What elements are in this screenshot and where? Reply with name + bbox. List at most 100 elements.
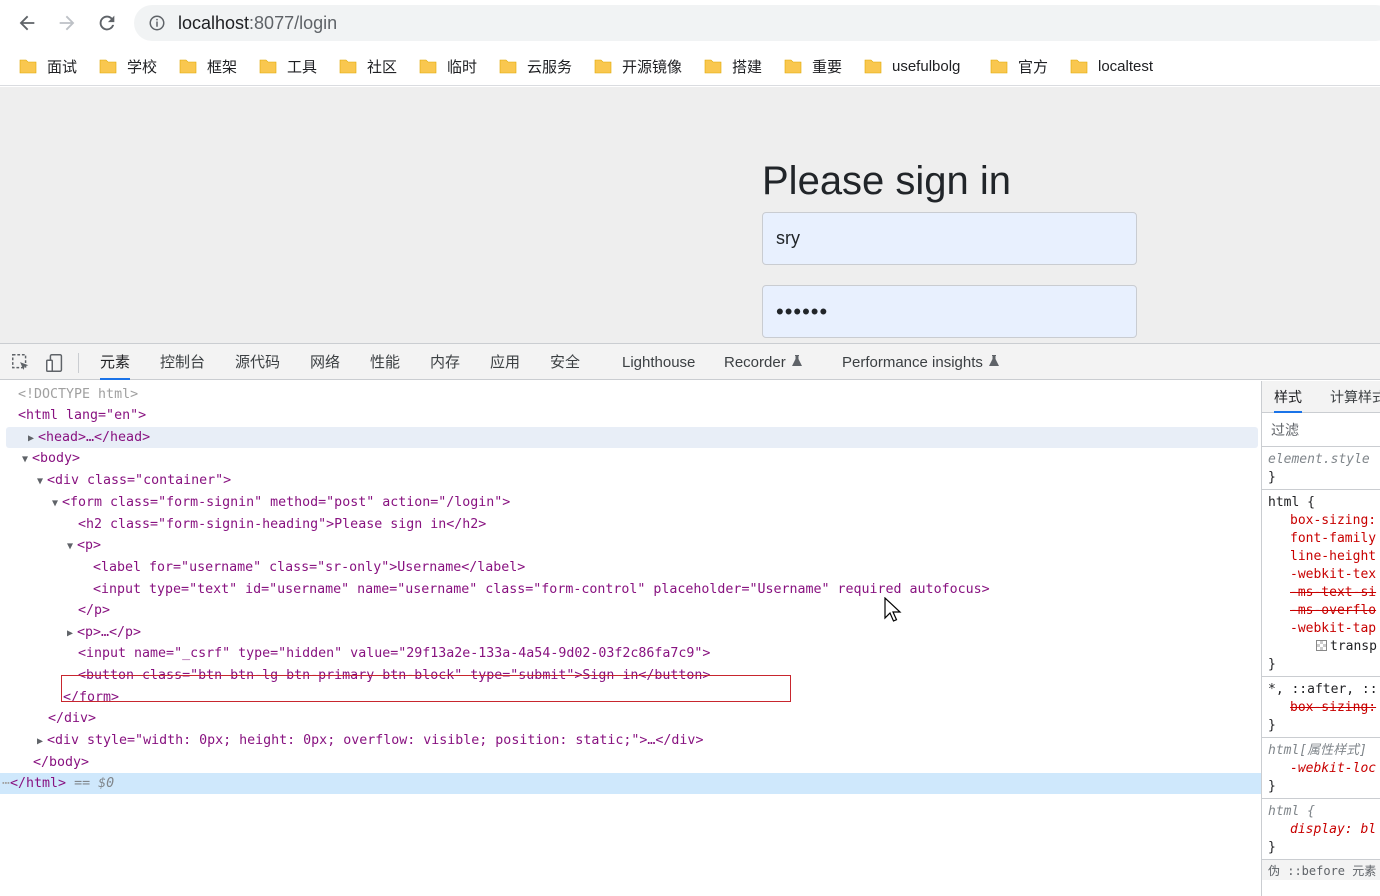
bookmark-folder[interactable]: 搭建	[704, 55, 762, 77]
arrow-right-icon	[59, 15, 75, 31]
expand-triangle-icon[interactable]: ▶	[28, 428, 38, 449]
tab-elements[interactable]: 元素	[100, 344, 131, 380]
tab-performance-insights-label: Performance insights	[842, 354, 983, 371]
rule-close-brace: }	[1268, 840, 1276, 855]
bookmark-folder[interactable]: 工具	[259, 55, 317, 77]
dom-form[interactable]: ▼ <form class="form-signin" method="post"…	[0, 492, 1261, 513]
dom-text: <input name="_csrf" type="hidden" value=…	[78, 646, 711, 661]
bookmark-folder[interactable]: 官方	[990, 55, 1048, 77]
collapse-triangle-icon[interactable]: ▼	[67, 536, 77, 557]
style-property: -webkit-loc	[1290, 761, 1377, 776]
style-property-overridden[interactable]: box-sizing:	[1268, 699, 1380, 717]
bookmark-folder[interactable]: 社区	[339, 55, 397, 77]
device-toggle-icon[interactable]	[44, 352, 66, 374]
dom-text: <input type="text" id="username" name="u…	[93, 582, 990, 597]
dom-div-close[interactable]: </div>	[0, 708, 1261, 729]
tab-security[interactable]: 安全	[550, 344, 580, 380]
dom-div-hidden[interactable]: ▶ <div style="width: 0px; height: 0px; ov…	[0, 730, 1261, 751]
tab-styles[interactable]: 样式	[1274, 381, 1302, 413]
collapse-triangle-icon[interactable]: ▼	[22, 449, 32, 470]
tab-application[interactable]: 应用	[490, 344, 520, 380]
bookmark-folder[interactable]: usefulbolg	[864, 55, 960, 77]
dom-div-container[interactable]: ▼ <div class="container">	[0, 470, 1261, 491]
color-swatch-icon[interactable]	[1316, 640, 1327, 651]
bookmark-folder[interactable]: 开源镜像	[594, 55, 682, 77]
bookmark-folder[interactable]: 学校	[99, 55, 157, 77]
ellipsis-icon[interactable]: ⋯	[2, 776, 10, 791]
tab-performance-insights[interactable]: Performance insights	[842, 344, 1000, 380]
collapse-triangle-icon[interactable]: ▼	[37, 471, 47, 492]
forward-button[interactable]	[52, 8, 82, 38]
folder-icon	[419, 59, 437, 74]
dom-h2[interactable]: <h2 class="form-signin-heading">Please s…	[0, 514, 1261, 535]
styles-filter-input[interactable]: 过滤	[1262, 413, 1380, 447]
bookmark-label: 官方	[1018, 58, 1049, 76]
tab-network[interactable]: 网络	[310, 344, 340, 380]
folder-icon	[864, 59, 882, 74]
dom-text: <html lang="en">	[18, 408, 147, 423]
bookmark-folder[interactable]: 临时	[419, 55, 477, 77]
tab-sources[interactable]: 源代码	[235, 344, 280, 380]
style-property[interactable]: box-sizing:	[1268, 512, 1380, 530]
mouse-cursor-icon	[884, 597, 902, 622]
collapse-triangle-icon[interactable]: ▼	[52, 493, 62, 514]
style-property[interactable]: line-height	[1268, 548, 1380, 566]
info-icon[interactable]	[148, 14, 166, 32]
inspect-element-icon[interactable]	[10, 352, 32, 374]
bookmark-folder[interactable]: localtest	[1070, 55, 1153, 77]
dom-p-close[interactable]: </p>	[0, 600, 1261, 621]
folder-icon	[499, 59, 517, 74]
tab-memory[interactable]: 内存	[430, 344, 460, 380]
username-input[interactable]: sry	[762, 212, 1137, 265]
reload-icon	[99, 15, 115, 31]
style-property-overridden[interactable]: -ms-text-si	[1268, 584, 1380, 602]
url-host: localhost	[178, 13, 250, 33]
folder-icon	[259, 59, 277, 74]
bookmark-folder[interactable]: 框架	[179, 55, 237, 77]
dom-body-open[interactable]: ▼ <body>	[0, 448, 1261, 469]
tab-computed[interactable]: 计算样式	[1330, 381, 1380, 413]
expand-triangle-icon[interactable]: ▶	[67, 623, 77, 644]
tab-recorder[interactable]: Recorder	[724, 344, 803, 380]
tab-lighthouse[interactable]: Lighthouse	[622, 344, 695, 380]
dom-html-open[interactable]: <html lang="en">	[0, 405, 1261, 426]
dom-p-collapsed[interactable]: ▶ <p>…</p>	[0, 622, 1261, 643]
dom-body-close[interactable]: </body>	[0, 752, 1261, 773]
dom-text: <h2 class="form-signin-heading">Please s…	[78, 517, 487, 532]
dom-html-close[interactable]: ⋯</html> == $0	[0, 773, 1261, 794]
dom-text: <head>…</head>	[38, 430, 151, 445]
reload-button[interactable]	[92, 8, 122, 38]
folder-icon	[594, 59, 612, 74]
dom-input-csrf[interactable]: <input name="_csrf" type="hidden" value=…	[0, 643, 1261, 664]
folder-icon	[1070, 59, 1088, 74]
rule-element-style: element.style }	[1262, 447, 1380, 490]
dom-text: <form class="form-signin" method="post" …	[62, 495, 511, 510]
back-button[interactable]	[12, 8, 42, 38]
style-property[interactable]: -webkit-tex	[1268, 566, 1380, 584]
bookmark-folder[interactable]: 面试	[19, 55, 77, 77]
folder-icon	[179, 59, 197, 74]
style-property[interactable]: -webkit-tap	[1268, 620, 1380, 638]
dom-p-open[interactable]: ▼ <p>	[0, 535, 1261, 556]
tab-console[interactable]: 控制台	[160, 344, 205, 380]
rule-selector: html {	[1268, 804, 1315, 819]
dom-doctype[interactable]: <!DOCTYPE html>	[0, 384, 1261, 405]
dom-label[interactable]: <label for="username" class="sr-only">Us…	[0, 557, 1261, 578]
style-property: display: bl	[1290, 822, 1377, 837]
dom-head[interactable]: ▶ <head>…</head>	[6, 427, 1258, 448]
bookmark-label: 面试	[47, 58, 78, 76]
bookmarks-bar: 面试 学校 框架 工具 社区 临时 云服务 开源镜像 搭建 重要 usefulb…	[0, 46, 1380, 86]
address-bar[interactable]: localhost:8077/login	[134, 5, 1380, 41]
style-property-overridden[interactable]: -ms-overflo	[1268, 602, 1380, 620]
bookmark-folder[interactable]: 云服务	[499, 55, 572, 77]
rule-selector: html[属性样式]	[1268, 743, 1367, 758]
expand-triangle-icon[interactable]: ▶	[37, 731, 47, 752]
tab-performance[interactable]: 性能	[370, 344, 400, 380]
style-property[interactable]: font-family	[1268, 530, 1380, 548]
dom-input-username[interactable]: <input type="text" id="username" name="u…	[0, 579, 1261, 600]
bookmark-folder[interactable]: 重要	[784, 55, 842, 77]
rule-close-brace: }	[1268, 779, 1276, 794]
style-value: transp	[1268, 638, 1380, 656]
rule-user-agent-html: html { display: bl }	[1262, 799, 1380, 860]
password-input[interactable]: ••••••	[762, 285, 1137, 338]
